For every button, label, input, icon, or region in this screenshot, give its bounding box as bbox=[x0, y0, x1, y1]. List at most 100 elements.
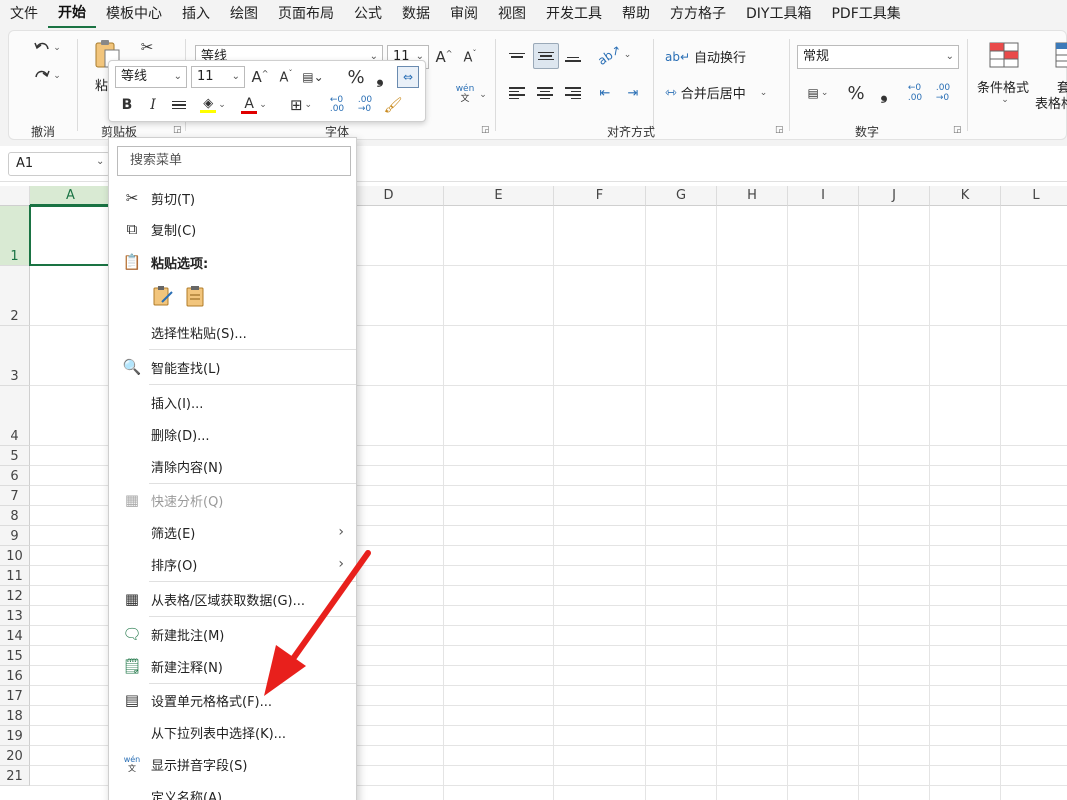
row-header[interactable]: 6 bbox=[0, 466, 30, 486]
mini-accounting-button[interactable]: ▤⌄ bbox=[301, 66, 325, 88]
dialog-launcher-icon[interactable]: ◲ bbox=[173, 125, 182, 135]
menu-tab[interactable]: 模板中心 bbox=[96, 1, 172, 27]
merge-center-button[interactable]: ⇿ 合并后居中 ⌄ bbox=[665, 83, 767, 103]
row-header[interactable]: 21 bbox=[0, 766, 30, 786]
mini-percent-button[interactable]: % bbox=[345, 66, 367, 88]
align-center-button[interactable] bbox=[535, 81, 555, 105]
menu-tab[interactable]: 公式 bbox=[344, 1, 392, 27]
menu-item-insert[interactable]: 插入(I)... bbox=[109, 387, 356, 417]
menu-item-delete[interactable]: 删除(D)... bbox=[109, 419, 356, 449]
menu-tab[interactable]: 开发工具 bbox=[536, 1, 612, 27]
row-header[interactable]: 11 bbox=[0, 566, 30, 586]
menu-item-new-comment[interactable]: 🗨 新建批注(M) bbox=[109, 619, 356, 649]
menu-item-sort[interactable]: 排序(O) › bbox=[109, 549, 356, 579]
menu-item-cut[interactable]: ✂ 剪切(T) bbox=[109, 183, 356, 213]
align-middle-button[interactable] bbox=[533, 43, 559, 69]
wrap-text-button[interactable]: ab↵ 自动换行 bbox=[665, 47, 746, 67]
menu-tab[interactable]: DIY工具箱 bbox=[736, 1, 821, 27]
column-header[interactable]: I bbox=[788, 186, 859, 206]
menu-tab[interactable]: 开始 bbox=[48, 0, 96, 29]
column-header[interactable]: G bbox=[646, 186, 717, 206]
mini-decrease-font-button[interactable]: Aˇ bbox=[275, 66, 297, 88]
menu-tab[interactable]: 文件 bbox=[0, 1, 48, 27]
column-header[interactable]: J bbox=[859, 186, 930, 206]
increase-indent-button[interactable]: ⇥ bbox=[623, 81, 643, 105]
row-header[interactable]: 16 bbox=[0, 666, 30, 686]
decrease-decimal-button[interactable]: .00 →0 bbox=[931, 81, 955, 105]
phonetic-guide-button[interactable]: wén 文 bbox=[453, 81, 477, 107]
row-header[interactable]: 4 bbox=[0, 386, 30, 446]
menu-item-filter[interactable]: 筛选(E) › bbox=[109, 517, 356, 547]
select-all-corner[interactable] bbox=[0, 186, 30, 206]
menu-search-input[interactable]: 搜索菜单 bbox=[117, 146, 351, 176]
row-header[interactable]: 10 bbox=[0, 546, 30, 566]
format-as-table-button[interactable] bbox=[1053, 41, 1067, 69]
menu-tab[interactable]: 插入 bbox=[172, 1, 220, 27]
fill-color-button[interactable]: ◈ ⌄ bbox=[195, 94, 231, 116]
number-format-combo[interactable]: 常规 ⌄ bbox=[797, 45, 959, 69]
dialog-launcher-icon[interactable]: ◲ bbox=[481, 125, 490, 135]
column-header[interactable]: H bbox=[717, 186, 788, 206]
mini-font-name-combo[interactable]: 等线 ⌄ bbox=[115, 66, 187, 88]
column-header[interactable]: A bbox=[30, 186, 112, 206]
font-color-button[interactable]: A ⌄ bbox=[237, 94, 271, 116]
align-left-button[interactable] bbox=[507, 81, 527, 105]
menu-tab[interactable]: 数据 bbox=[392, 1, 440, 27]
row-header[interactable]: 19 bbox=[0, 726, 30, 746]
row-header[interactable]: 2 bbox=[0, 266, 30, 326]
column-header[interactable]: L bbox=[1001, 186, 1067, 206]
conditional-format-dropdown[interactable]: ⌄ bbox=[997, 93, 1011, 107]
paste-label[interactable]: 粘 bbox=[95, 75, 108, 94]
mini-increase-font-button[interactable]: A^ bbox=[249, 66, 271, 88]
menu-item-copy[interactable]: ⧉ 复制(C) bbox=[109, 214, 356, 244]
menu-item-get-data[interactable]: ▦ 从表格/区域获取数据(G)... bbox=[109, 584, 356, 614]
orientation-button[interactable]: ab↗ ⌄ bbox=[595, 42, 633, 68]
decrease-indent-button[interactable]: ⇤ bbox=[595, 81, 615, 105]
decrease-font-button[interactable]: Aˇ bbox=[459, 45, 481, 69]
row-header[interactable]: 15 bbox=[0, 646, 30, 666]
increase-decimal-button[interactable]: ←0.00 bbox=[903, 81, 927, 105]
menu-tab[interactable]: 方方格子 bbox=[660, 1, 736, 27]
menu-item-smart-lookup[interactable]: 🔍 智能查找(L) bbox=[109, 352, 356, 382]
mini-comma-button[interactable]: ❟ bbox=[371, 66, 389, 88]
menu-item-format-cells[interactable]: ▤ 设置单元格格式(F)... bbox=[109, 685, 356, 715]
accounting-format-button[interactable]: ▤ ⌄ bbox=[799, 81, 837, 105]
menu-tab[interactable]: 帮助 bbox=[612, 1, 660, 27]
align-bottom-button[interactable] bbox=[563, 47, 583, 71]
menu-tab[interactable]: PDF工具集 bbox=[821, 1, 910, 27]
format-as-table-label-2[interactable]: 表格格 bbox=[1035, 93, 1067, 112]
row-header[interactable]: 7 bbox=[0, 486, 30, 506]
chevron-down-icon[interactable]: ⌄ bbox=[96, 156, 104, 167]
paste-option-paste[interactable] bbox=[183, 284, 207, 308]
column-header[interactable]: E bbox=[444, 186, 554, 206]
row-header[interactable]: 9 bbox=[0, 526, 30, 546]
mini-merge-button[interactable]: ⇔ bbox=[397, 66, 419, 88]
phonetic-dropdown[interactable]: ⌄ bbox=[477, 85, 487, 105]
column-header[interactable]: K bbox=[930, 186, 1001, 206]
undo-button[interactable]: ⌄ bbox=[25, 37, 69, 59]
borders-button[interactable]: ⊞ ⌄ bbox=[283, 94, 319, 116]
dialog-launcher-icon[interactable]: ◲ bbox=[775, 125, 784, 135]
comma-style-button[interactable]: ❟ bbox=[875, 81, 893, 105]
menu-item-define-name[interactable]: 定义名称(A)... bbox=[109, 781, 356, 800]
mini-increase-decimal-button[interactable]: ←0.00 bbox=[325, 94, 349, 116]
align-top-button[interactable] bbox=[507, 43, 527, 67]
format-painter-button[interactable]: 🖌 bbox=[381, 94, 405, 116]
mini-decrease-decimal-button[interactable]: .00 →0 bbox=[353, 94, 377, 116]
mini-font-size-combo[interactable]: 11 ⌄ bbox=[191, 66, 245, 88]
row-header[interactable]: 8 bbox=[0, 506, 30, 526]
paste-option-formatting[interactable] bbox=[151, 284, 175, 308]
active-cell-a1[interactable] bbox=[29, 205, 111, 266]
italic-button[interactable]: I bbox=[143, 94, 163, 116]
increase-font-button[interactable]: A^ bbox=[433, 45, 455, 69]
redo-button[interactable]: ⌄ bbox=[25, 65, 69, 87]
bold-button[interactable]: B bbox=[117, 94, 137, 116]
menu-tab[interactable]: 审阅 bbox=[440, 1, 488, 27]
mini-align-center-button[interactable] bbox=[169, 94, 189, 116]
menu-tab[interactable]: 视图 bbox=[488, 1, 536, 27]
dialog-launcher-icon[interactable]: ◲ bbox=[953, 125, 962, 135]
column-header[interactable]: F bbox=[554, 186, 646, 206]
row-header[interactable]: 13 bbox=[0, 606, 30, 626]
row-header[interactable]: 5 bbox=[0, 446, 30, 466]
menu-tab[interactable]: 绘图 bbox=[220, 1, 268, 27]
